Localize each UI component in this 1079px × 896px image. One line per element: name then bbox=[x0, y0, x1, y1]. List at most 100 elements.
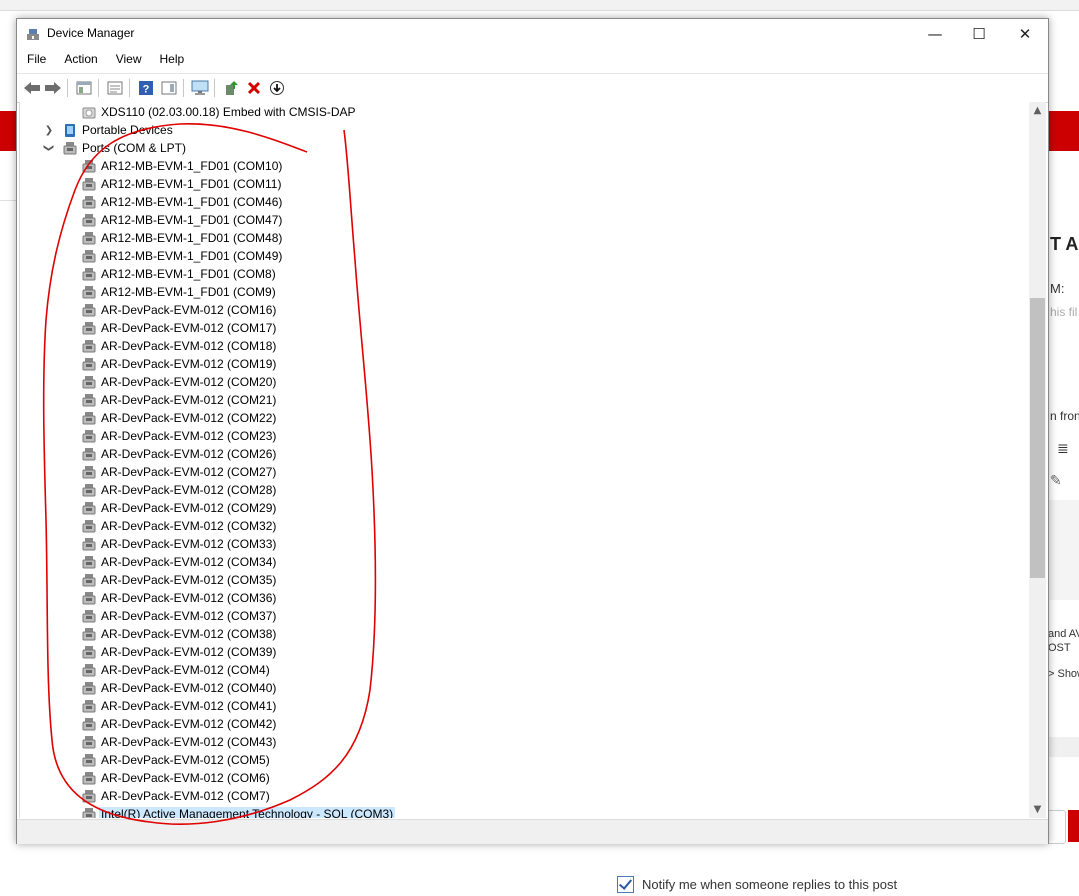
tree-item-com-port[interactable]: AR-DevPack-EVM-012 (COM27) bbox=[20, 463, 1031, 481]
device-tree[interactable]: XDS110 (02.03.00.18) Embed with CMSIS-DA… bbox=[19, 102, 1031, 818]
tree-item-com-port[interactable]: AR12-MB-EVM-1_FD01 (COM11) bbox=[20, 175, 1031, 193]
tree-item-com-port[interactable]: AR12-MB-EVM-1_FD01 (COM8) bbox=[20, 265, 1031, 283]
tree-item-label: AR-DevPack-EVM-012 (COM4) bbox=[101, 663, 270, 677]
toolbar-separator bbox=[67, 79, 68, 97]
computer-monitor-icon[interactable] bbox=[189, 77, 211, 99]
back-arrow-icon[interactable] bbox=[21, 77, 43, 99]
tree-item-com-port[interactable]: AR-DevPack-EVM-012 (COM28) bbox=[20, 481, 1031, 499]
window-title: Device Manager bbox=[47, 26, 135, 40]
help-icon[interactable]: ? bbox=[135, 77, 157, 99]
tree-item-com-port[interactable]: AR12-MB-EVM-1_FD01 (COM10) bbox=[20, 157, 1031, 175]
tree-item-com-port[interactable]: AR-DevPack-EVM-012 (COM16) bbox=[20, 301, 1031, 319]
tree-item-com-port[interactable]: AR-DevPack-EVM-012 (COM6) bbox=[20, 769, 1031, 787]
port-connector-icon bbox=[82, 592, 96, 605]
port-connector-icon bbox=[82, 394, 96, 407]
tree-item-label: AR-DevPack-EVM-012 (COM18) bbox=[101, 339, 277, 353]
minimize-button[interactable]: — bbox=[912, 19, 958, 49]
chevron-down-icon[interactable]: ❯ bbox=[42, 141, 56, 155]
edit-icon[interactable]: ✎ bbox=[1050, 472, 1062, 489]
forward-arrow-icon[interactable] bbox=[42, 77, 64, 99]
download-circle-icon[interactable] bbox=[266, 77, 288, 99]
vertical-scrollbar[interactable]: ▲ ▼ bbox=[1029, 102, 1046, 818]
tree-item-com-port[interactable]: AR-DevPack-EVM-012 (COM36) bbox=[20, 589, 1031, 607]
tree-item-com-port[interactable]: AR-DevPack-EVM-012 (COM18) bbox=[20, 337, 1031, 355]
action-pane-icon[interactable] bbox=[158, 77, 180, 99]
tree-item-com-port[interactable]: AR-DevPack-EVM-012 (COM21) bbox=[20, 391, 1031, 409]
device-manager-app-icon bbox=[27, 29, 39, 40]
menu-view[interactable]: View bbox=[106, 49, 150, 71]
tree-item-label: AR-DevPack-EVM-012 (COM20) bbox=[101, 375, 277, 389]
port-connector-icon bbox=[82, 160, 96, 173]
tree-item-com-port[interactable]: AR-DevPack-EVM-012 (COM7) bbox=[20, 787, 1031, 805]
port-connector-icon bbox=[82, 538, 96, 551]
tree-item-com-port[interactable]: AR-DevPack-EVM-012 (COM40) bbox=[20, 679, 1031, 697]
tree-item-com-port[interactable]: AR-DevPack-EVM-012 (COM23) bbox=[20, 427, 1031, 445]
tree-item-com-port[interactable]: AR-DevPack-EVM-012 (COM35) bbox=[20, 571, 1031, 589]
tree-item-label: AR-DevPack-EVM-012 (COM22) bbox=[101, 411, 277, 425]
tree-item-com-port[interactable]: AR-DevPack-EVM-012 (COM42) bbox=[20, 715, 1031, 733]
scrollbar-thumb[interactable] bbox=[1030, 298, 1045, 578]
chevron-right-icon[interactable]: ❯ bbox=[42, 123, 56, 137]
tree-item-com-port[interactable]: AR-DevPack-EVM-012 (COM17) bbox=[20, 319, 1031, 337]
properties-icon[interactable] bbox=[104, 77, 126, 99]
tree-item-com-port[interactable]: AR-DevPack-EVM-012 (COM20) bbox=[20, 373, 1031, 391]
tree-item-com-port[interactable]: AR-DevPack-EVM-012 (COM22) bbox=[20, 409, 1031, 427]
tree-item-com-port[interactable]: AR-DevPack-EVM-012 (COM33) bbox=[20, 535, 1031, 553]
tree-item-com-port[interactable]: AR-DevPack-EVM-012 (COM37) bbox=[20, 607, 1031, 625]
tree-item-com-port[interactable]: AR12-MB-EVM-1_FD01 (COM49) bbox=[20, 247, 1031, 265]
tree-item-label: AR-DevPack-EVM-012 (COM28) bbox=[101, 483, 277, 497]
notify-option[interactable]: Notify me when someone replies to this p… bbox=[617, 876, 897, 893]
toolbar-separator bbox=[214, 79, 215, 97]
page-label-fragment: M: bbox=[1050, 281, 1065, 296]
tree-item-com-port[interactable]: AR-DevPack-EVM-012 (COM43) bbox=[20, 733, 1031, 751]
port-connector-icon bbox=[82, 754, 96, 767]
menu-file[interactable]: File bbox=[17, 49, 54, 71]
page-side-box bbox=[1048, 500, 1079, 600]
page-submit-button[interactable] bbox=[1068, 810, 1079, 842]
tree-item-com-port[interactable]: AR-DevPack-EVM-012 (COM41) bbox=[20, 697, 1031, 715]
tree-item-com-port[interactable]: AR-DevPack-EVM-012 (COM5) bbox=[20, 751, 1031, 769]
port-connector-icon bbox=[82, 196, 96, 209]
tree-item-com-port[interactable]: AR-DevPack-EVM-012 (COM4) bbox=[20, 661, 1031, 679]
tree-category-portable-devices[interactable]: ❯ Portable Devices bbox=[20, 121, 1031, 139]
list-format-icon[interactable]: ≣ bbox=[1057, 440, 1069, 457]
tree-item-com-port[interactable]: AR-DevPack-EVM-012 (COM38) bbox=[20, 625, 1031, 643]
menu-help[interactable]: Help bbox=[150, 49, 193, 71]
port-connector-icon bbox=[82, 502, 96, 515]
uninstall-red-x-icon[interactable] bbox=[243, 77, 265, 99]
port-connector-icon bbox=[82, 268, 96, 281]
tree-item-label: AR-DevPack-EVM-012 (COM40) bbox=[101, 681, 277, 695]
maximize-button[interactable]: ☐ bbox=[956, 19, 1002, 49]
tree-item-com-port[interactable]: AR-DevPack-EVM-012 (COM34) bbox=[20, 553, 1031, 571]
close-button[interactable]: ✕ bbox=[1002, 19, 1048, 49]
notify-checkbox[interactable] bbox=[617, 876, 634, 893]
tree-item-com-port[interactable]: AR-DevPack-EVM-012 (COM26) bbox=[20, 445, 1031, 463]
tree-item-selected[interactable]: Intel(R) Active Management Technology - … bbox=[20, 805, 1031, 818]
tree-item-com-port[interactable]: AR-DevPack-EVM-012 (COM32) bbox=[20, 517, 1031, 535]
tree-item-com-port[interactable]: AR-DevPack-EVM-012 (COM19) bbox=[20, 355, 1031, 373]
tree-item-com-port[interactable]: AR12-MB-EVM-1_FD01 (COM47) bbox=[20, 211, 1031, 229]
tree-item-xds110[interactable]: XDS110 (02.03.00.18) Embed with CMSIS-DA… bbox=[20, 103, 1031, 121]
tree-category-label: Ports (COM & LPT) bbox=[82, 141, 187, 155]
scroll-up-arrow-icon[interactable]: ▲ bbox=[1029, 102, 1046, 119]
port-connector-icon bbox=[82, 304, 96, 317]
port-connector-icon bbox=[82, 484, 96, 497]
show-hide-console-tree-icon[interactable] bbox=[73, 77, 95, 99]
tree-item-com-port[interactable]: AR-DevPack-EVM-012 (COM29) bbox=[20, 499, 1031, 517]
port-connector-icon bbox=[82, 556, 96, 569]
port-connector-icon bbox=[82, 250, 96, 263]
tree-category-ports[interactable]: ❯ Ports (COM & LPT) bbox=[20, 139, 1031, 157]
tree-item-com-port[interactable]: AR12-MB-EVM-1_FD01 (COM46) bbox=[20, 193, 1031, 211]
title-bar[interactable]: Device Manager — ☐ ✕ bbox=[17, 19, 1048, 49]
tree-item-label: AR-DevPack-EVM-012 (COM43) bbox=[101, 735, 277, 749]
scroll-down-arrow-icon[interactable]: ▼ bbox=[1029, 801, 1046, 818]
update-driver-icon[interactable] bbox=[220, 77, 242, 99]
page-text-post: OST bbox=[1048, 642, 1071, 654]
tree-item-com-port[interactable]: AR-DevPack-EVM-012 (COM39) bbox=[20, 643, 1031, 661]
tree-item-com-port[interactable]: AR12-MB-EVM-1_FD01 (COM48) bbox=[20, 229, 1031, 247]
tree-item-com-port[interactable]: AR12-MB-EVM-1_FD01 (COM9) bbox=[20, 283, 1031, 301]
menu-action[interactable]: Action bbox=[54, 49, 105, 71]
status-bar bbox=[17, 819, 1048, 844]
page-show-link[interactable]: > Show bbox=[1048, 668, 1079, 680]
port-connector-icon bbox=[82, 520, 96, 533]
